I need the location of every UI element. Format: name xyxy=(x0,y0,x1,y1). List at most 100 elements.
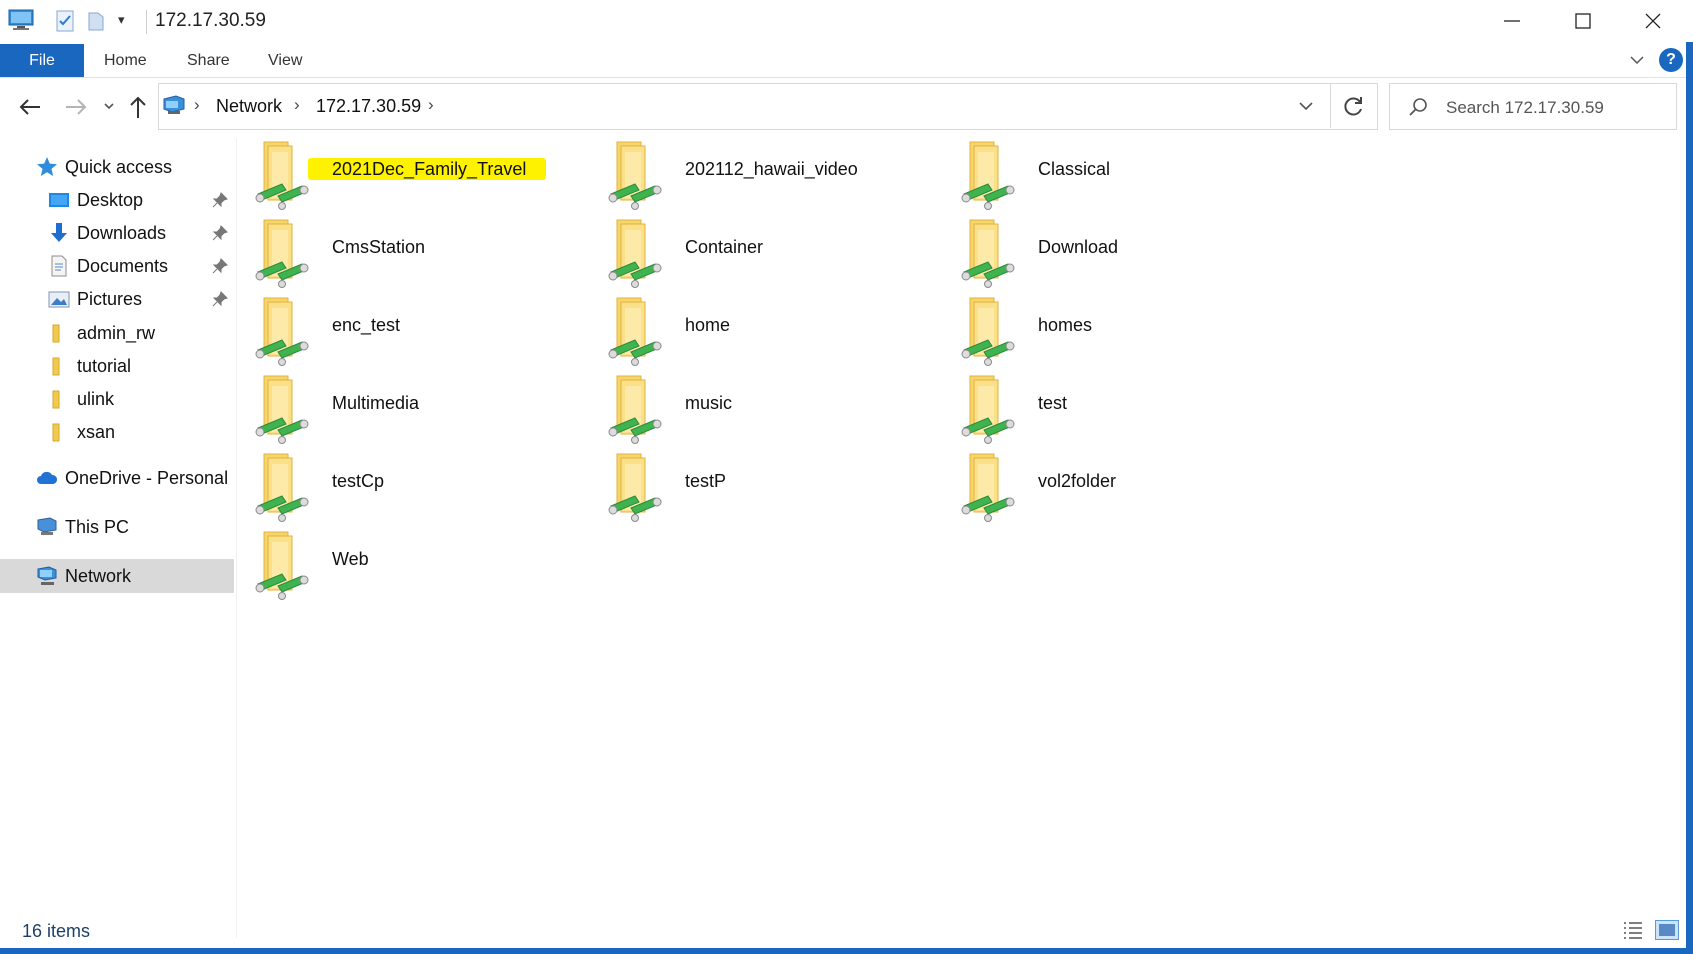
tab-home[interactable]: Home xyxy=(104,44,147,77)
shared-folder-item[interactable]: CmsStation xyxy=(252,216,622,300)
shared-folder-item[interactable]: Multimedia xyxy=(252,372,622,456)
nav-label: Quick access xyxy=(65,157,173,177)
shared-folder-icon xyxy=(255,297,309,366)
nav-folder-tutorial[interactable]: tutorial xyxy=(0,349,234,383)
shared-folder-item[interactable]: Classical xyxy=(958,138,1328,222)
computer-app-icon[interactable] xyxy=(8,9,34,31)
shared-folder-item[interactable]: Container xyxy=(605,216,975,300)
tab-view[interactable]: View xyxy=(268,44,302,77)
nav-label: tutorial xyxy=(77,356,132,376)
shared-folder-item[interactable]: Web xyxy=(252,528,622,612)
pane-divider[interactable] xyxy=(236,138,237,938)
up-arrow-icon[interactable] xyxy=(128,94,148,120)
shared-folder-icon xyxy=(961,453,1015,522)
new-folder-icon[interactable] xyxy=(88,12,104,31)
breadcrumb-chevron-icon[interactable]: › xyxy=(428,95,434,115)
expand-ribbon-chevron-icon[interactable] xyxy=(1627,50,1647,70)
shared-folder-icon xyxy=(961,219,1015,288)
nav-quick-access[interactable]: Quick access xyxy=(0,150,234,184)
shared-folder-item[interactable]: vol2folder xyxy=(958,450,1328,534)
shared-folder-item[interactable]: test xyxy=(958,372,1328,456)
shared-folder-item[interactable]: Download xyxy=(958,216,1328,300)
nav-folder-xsan[interactable]: xsan xyxy=(0,415,234,449)
nav-downloads[interactable]: Downloads xyxy=(0,216,234,250)
shared-folder-item[interactable]: home xyxy=(605,294,975,378)
shared-folder-icon xyxy=(608,375,662,444)
folder-icon xyxy=(52,324,60,343)
folder-name: Web xyxy=(332,549,369,569)
refresh-icon[interactable] xyxy=(1340,94,1366,120)
shared-folder-item[interactable]: 202112_hawaii_video xyxy=(605,138,975,222)
address-history-chevron-icon[interactable] xyxy=(1296,96,1316,116)
nav-folder-admin-rw[interactable]: admin_rw xyxy=(0,316,234,350)
folder-name: Download xyxy=(1038,237,1119,257)
back-arrow-icon[interactable] xyxy=(16,94,44,120)
network-icon xyxy=(163,95,185,114)
pin-icon[interactable] xyxy=(212,225,228,241)
folder-name: 2021Dec_Family_Travel xyxy=(332,159,527,179)
shared-folder-item[interactable]: 2021Dec_Family_Travel xyxy=(252,138,622,222)
folder-name: homes xyxy=(1038,315,1093,335)
nav-onedrive[interactable]: OneDrive - Personal xyxy=(0,461,234,495)
nav-pictures[interactable]: Pictures xyxy=(0,282,234,316)
breadcrumb-host[interactable]: 172.17.30.59 xyxy=(316,96,421,117)
picture-icon xyxy=(48,291,70,308)
item-count: 16 items xyxy=(22,921,91,941)
shared-folder-icon xyxy=(608,141,662,210)
folder-name: 202112_hawaii_video xyxy=(685,159,858,179)
shared-folder-icon xyxy=(608,219,662,288)
large-icons-view-icon[interactable] xyxy=(1655,920,1679,940)
file-list: 2021Dec_Family_Travel 202112_hawaii_vide… xyxy=(238,138,1678,928)
nav-network[interactable]: Network xyxy=(0,559,234,593)
tab-file[interactable]: File xyxy=(0,44,84,77)
address-divider xyxy=(1330,84,1331,128)
shared-folder-item[interactable]: music xyxy=(605,372,975,456)
customize-toolbar-dropdown-icon[interactable]: ▾ xyxy=(118,12,125,28)
pin-icon[interactable] xyxy=(212,192,228,208)
folder-name: vol2folder xyxy=(1038,471,1117,491)
large-icons-glyph-icon xyxy=(1659,924,1675,936)
shared-folder-item[interactable]: enc_test xyxy=(252,294,622,378)
star-icon xyxy=(37,157,57,176)
nav-folder-ulink[interactable]: ulink xyxy=(0,382,234,416)
nav-this-pc[interactable]: This PC xyxy=(0,510,234,544)
pin-icon[interactable] xyxy=(212,291,228,307)
folder-name: testCp xyxy=(332,471,385,491)
folder-name: Multimedia xyxy=(332,393,420,413)
minimize-button[interactable] xyxy=(1477,0,1547,42)
help-button[interactable]: ? xyxy=(1659,48,1683,72)
shared-folder-item[interactable]: testP xyxy=(605,450,975,534)
folder-name: Container xyxy=(685,237,764,257)
maximize-icon xyxy=(1575,13,1591,29)
window-border-bottom xyxy=(0,948,1693,954)
search-icon xyxy=(1409,98,1427,116)
computer-icon xyxy=(37,517,57,535)
forward-arrow-icon[interactable] xyxy=(62,94,90,120)
status-bar xyxy=(0,914,1693,948)
ribbon-bar xyxy=(0,44,1693,78)
nav-label: OneDrive - Personal xyxy=(65,468,229,488)
details-view-icon[interactable] xyxy=(1622,920,1644,940)
shared-folder-item[interactable]: testCp xyxy=(252,450,622,534)
search-input[interactable] xyxy=(1446,97,1666,119)
properties-icon[interactable] xyxy=(56,10,74,32)
breadcrumb-chevron-icon[interactable]: › xyxy=(294,95,300,115)
recent-locations-chevron-icon[interactable] xyxy=(102,98,116,114)
maximize-button[interactable] xyxy=(1548,0,1618,42)
nav-label: Documents xyxy=(77,256,169,276)
breadcrumb-chevron-icon[interactable]: › xyxy=(194,95,200,115)
shared-folder-icon xyxy=(961,375,1015,444)
folder-name: enc_test xyxy=(332,315,401,335)
nav-label: xsan xyxy=(77,422,116,442)
nav-desktop[interactable]: Desktop xyxy=(0,183,234,217)
tab-share[interactable]: Share xyxy=(187,44,230,77)
minimize-icon xyxy=(1504,20,1520,22)
pin-icon[interactable] xyxy=(212,258,228,274)
nav-documents[interactable]: Documents xyxy=(0,249,234,283)
close-button[interactable] xyxy=(1618,0,1688,42)
nav-label: ulink xyxy=(77,389,115,409)
shared-folder-item[interactable]: homes xyxy=(958,294,1328,378)
nav-label: Network xyxy=(65,566,132,586)
shared-folder-icon xyxy=(255,453,309,522)
breadcrumb-network[interactable]: Network xyxy=(216,96,282,117)
